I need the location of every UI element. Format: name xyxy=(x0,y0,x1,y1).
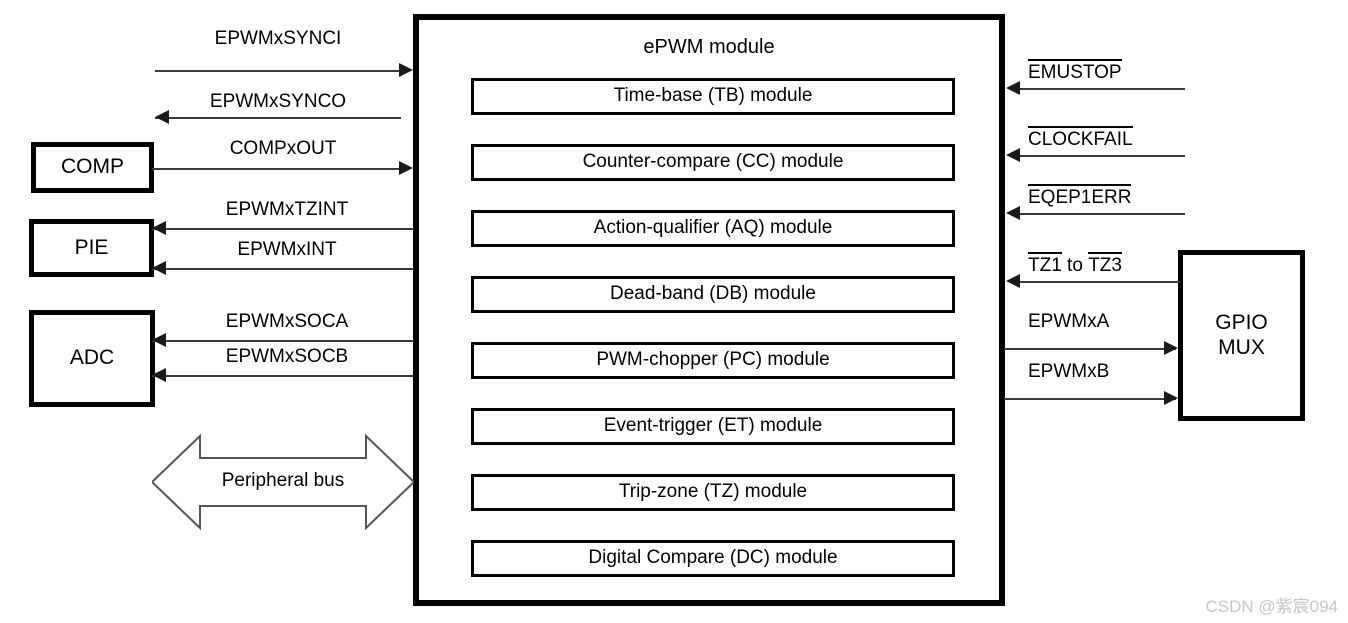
block-comp[interactable]: COMP xyxy=(31,142,154,193)
epwm-module-container: ePWM module Time-base (TB) module Counte… xyxy=(413,14,1005,606)
signal-label-epwmxint: EPWMxINT xyxy=(237,239,337,260)
block-pie-label: PIE xyxy=(74,235,109,259)
block-adc[interactable]: ADC xyxy=(29,310,155,407)
signal-label-epwmxsynco: EPWMxSYNCO xyxy=(209,91,347,112)
arrowhead-epwmxtzint xyxy=(152,221,166,235)
arrowhead-epwmxsoca xyxy=(152,333,166,347)
submodule-event-trigger[interactable]: Event-trigger (ET) module xyxy=(471,408,955,445)
signal-label-epwmxsocb: EPWMxSOCB xyxy=(225,346,349,367)
arrowhead-epwmxa xyxy=(1164,341,1178,355)
submodule-dead-band[interactable]: Dead-band (DB) module xyxy=(471,276,955,313)
line-epwmxtzint xyxy=(152,228,414,230)
signal-label-tz1-to-tz3: TZ1 to TZ3 xyxy=(1028,252,1122,277)
line-clockfail xyxy=(1020,155,1185,157)
line-epwmxb xyxy=(1004,398,1176,400)
submodule-time-base[interactable]: Time-base (TB) module xyxy=(471,78,955,115)
arrowhead-clockfail xyxy=(1006,148,1020,162)
line-compxout xyxy=(152,168,401,170)
peripheral-bus-label: Peripheral bus xyxy=(221,470,345,491)
line-epwmxint xyxy=(152,268,414,270)
signal-label-clockfail: CLOCKFAIL xyxy=(1028,126,1133,151)
line-epwmxsocb xyxy=(152,375,414,377)
line-epwmxa xyxy=(1004,348,1176,350)
arrowhead-epwmxint xyxy=(152,261,166,275)
arrowhead-emustop xyxy=(1006,81,1020,95)
signal-label-eqep1err: EQEP1ERR xyxy=(1028,184,1132,209)
diagram-canvas: ePWM module Time-base (TB) module Counte… xyxy=(0,0,1348,623)
arrowhead-epwmxb xyxy=(1164,391,1178,405)
block-pie[interactable]: PIE xyxy=(29,219,154,277)
line-tz1-to-tz3 xyxy=(1020,281,1180,283)
signal-label-epwmxa: EPWMxA xyxy=(1028,311,1110,332)
block-adc-label: ADC xyxy=(69,346,115,370)
block-comp-label: COMP xyxy=(61,155,124,179)
arrowhead-tz1-to-tz3 xyxy=(1006,274,1020,288)
signal-label-epwmxsoca: EPWMxSOCA xyxy=(225,311,349,332)
block-gpio-mux[interactable]: GPIO MUX xyxy=(1178,250,1305,421)
submodule-digital-compare[interactable]: Digital Compare (DC) module xyxy=(471,540,955,577)
line-emustop xyxy=(1020,88,1185,90)
line-epwmxsynco xyxy=(155,117,401,119)
submodule-counter-compare[interactable]: Counter-compare (CC) module xyxy=(471,144,955,181)
line-epwmxsynci xyxy=(155,70,401,72)
signal-label-compxout: COMPxOUT xyxy=(229,138,337,159)
signal-label-epwmxtzint: EPWMxTZINT xyxy=(225,199,349,220)
submodule-trip-zone[interactable]: Trip-zone (TZ) module xyxy=(471,474,955,511)
submodule-action-qualifier[interactable]: Action-qualifier (AQ) module xyxy=(471,210,955,247)
signal-label-epwmxsynci: EPWMxSYNCI xyxy=(214,28,342,49)
line-epwmxsoca xyxy=(152,340,414,342)
signal-label-epwmxb: EPWMxB xyxy=(1028,361,1110,382)
submodule-pwm-chopper[interactable]: PWM-chopper (PC) module xyxy=(471,342,955,379)
block-gpio-mux-label: GPIO MUX xyxy=(1215,310,1268,359)
arrowhead-compxout xyxy=(399,161,413,175)
signal-label-emustop: EMUSTOP xyxy=(1028,59,1122,84)
epwm-module-title: ePWM module xyxy=(643,36,775,58)
arrowhead-epwmxsocb xyxy=(152,368,166,382)
line-eqep1err xyxy=(1020,213,1185,215)
arrowhead-epwmxsynci xyxy=(399,63,413,77)
arrowhead-eqep1err xyxy=(1006,206,1020,220)
watermark: CSDN @紫宸094 xyxy=(1205,597,1338,616)
